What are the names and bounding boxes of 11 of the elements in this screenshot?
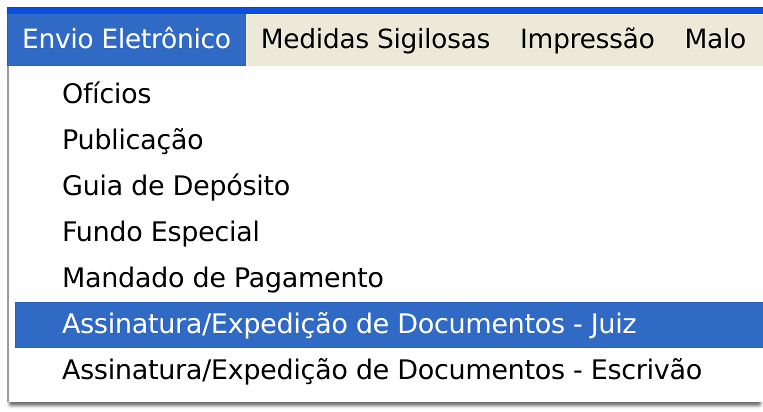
menu-item[interactable]: Malo — [669, 14, 761, 66]
dropdown-item[interactable]: Assinatura/Expedição de Documentos - Escrivão — [15, 348, 763, 394]
dropdown-item[interactable]: Guia de Depósito — [15, 164, 763, 210]
menu-item[interactable]: Medidas Sigilosas — [246, 14, 506, 66]
menu-item[interactable]: Envio Eletrônico — [7, 14, 246, 66]
dropdown-item[interactable]: Assinatura/Expedição de Documentos - Juiz — [15, 302, 763, 348]
menu-item[interactable]: Impressão — [505, 14, 670, 66]
dropdown-item[interactable]: Mandado de Pagamento — [15, 256, 763, 302]
dropdown-item[interactable]: Publicação — [15, 118, 763, 164]
dropdown-item[interactable]: Fundo Especial — [15, 210, 763, 256]
dropdown-item[interactable]: Ofícios — [15, 72, 763, 118]
